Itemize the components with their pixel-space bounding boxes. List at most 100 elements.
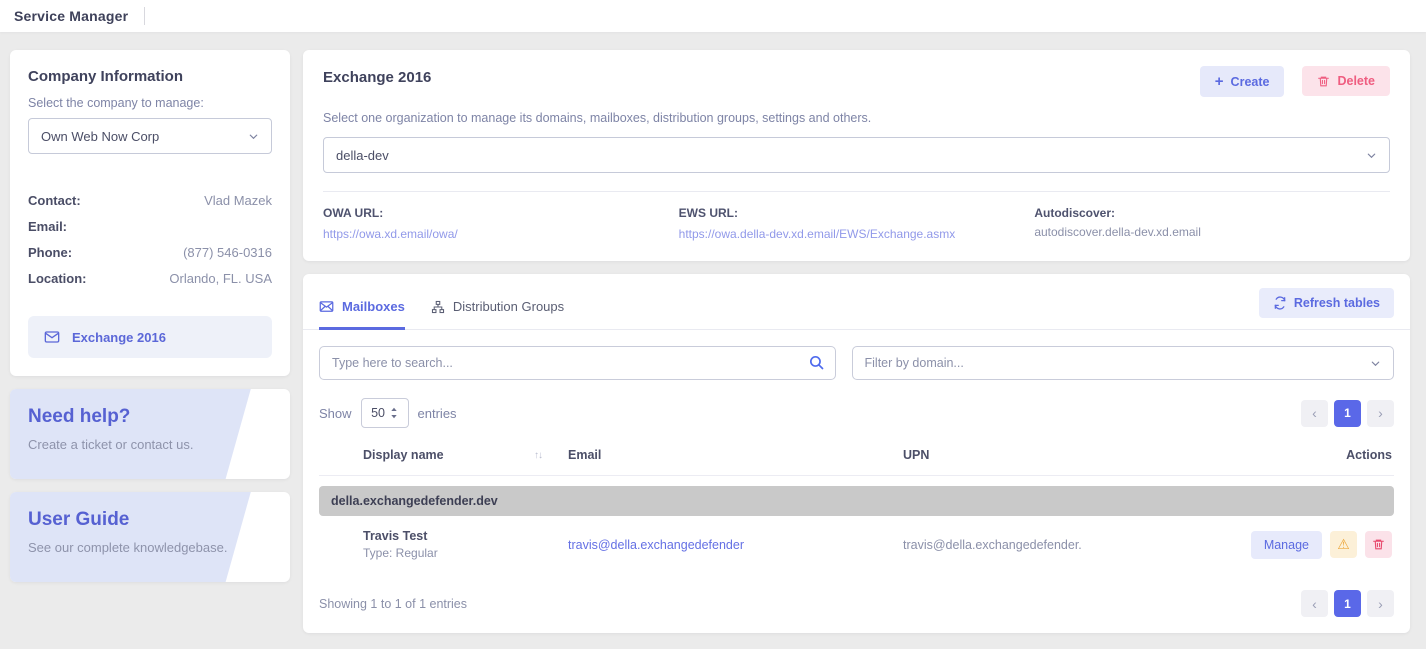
sidebar: Company Information Select the company t… — [10, 50, 290, 582]
exchange-header-card: Exchange 2016 + Create Delete Select one… — [303, 50, 1410, 261]
pagination-prev-button[interactable]: ‹ — [1301, 400, 1328, 427]
pagination-top: ‹ 1 › — [1301, 400, 1394, 427]
help-card-text: Create a ticket or contact us. — [28, 437, 272, 452]
column-display-name: Display name — [363, 448, 444, 462]
location-value: Orlando, FL. USA — [169, 266, 272, 292]
location-row: Location: Orlando, FL. USA — [28, 266, 272, 292]
organization-select-value: della-dev — [336, 148, 389, 163]
pagination-prev-button[interactable]: ‹ — [1301, 590, 1328, 617]
mailbox-type: Type: Regular — [363, 546, 568, 560]
envelope-icon — [44, 329, 60, 345]
ews-url-link[interactable]: https://owa.della-dev.xd.email/EWS/Excha… — [679, 227, 956, 241]
autodiscover-block: Autodiscover: autodiscover.della-dev.xd.… — [1034, 206, 1390, 243]
topbar-divider — [144, 7, 145, 25]
autodiscover-value: autodiscover.della-dev.xd.email — [1034, 225, 1390, 239]
chevron-down-icon — [1366, 150, 1377, 161]
refresh-icon — [1273, 296, 1287, 310]
need-help-card[interactable]: Need help? Create a ticket or contact us… — [10, 389, 290, 479]
owa-url-label: OWA URL: — [323, 206, 679, 220]
email-label: Email: — [28, 214, 67, 240]
company-information-card: Company Information Select the company t… — [10, 50, 290, 376]
warning-icon: ⚠ — [1337, 536, 1350, 553]
owa-url-link[interactable]: https://owa.xd.email/owa/ — [323, 227, 458, 241]
delete-button[interactable]: Delete — [1302, 66, 1390, 96]
domain-group-row: della.exchangedefender.dev — [319, 486, 1394, 516]
mailbox-icon — [319, 299, 334, 314]
table-footer-row: Showing 1 to 1 of 1 entries ‹ 1 › — [319, 590, 1394, 617]
pagination-bottom: ‹ 1 › — [1301, 590, 1394, 617]
search-filter-row: Filter by domain... — [319, 346, 1394, 380]
search-icon[interactable] — [808, 354, 825, 371]
url-section: OWA URL: https://owa.xd.email/owa/ EWS U… — [323, 191, 1390, 253]
entries-count-value: 50 — [371, 406, 385, 420]
pagination-page-1-button[interactable]: 1 — [1334, 590, 1361, 617]
trash-icon — [1372, 538, 1385, 551]
contact-label: Contact: — [28, 188, 81, 214]
trash-icon — [1317, 75, 1330, 88]
chevron-down-icon — [248, 131, 259, 142]
tab-mailboxes[interactable]: Mailboxes — [319, 299, 405, 330]
company-card-title: Company Information — [28, 68, 272, 85]
show-entries-row: Show 50 entries ‹ 1 › — [319, 398, 1394, 428]
table-header-row: Display name ↑↓ Email UPN Actions — [319, 448, 1394, 476]
warning-button[interactable]: ⚠ — [1330, 531, 1357, 558]
company-select-value: Own Web Now Corp — [41, 129, 159, 144]
main-panel: Exchange 2016 + Create Delete Select one… — [303, 50, 1410, 633]
sitemap-icon — [431, 300, 445, 314]
contact-value: Vlad Mazek — [204, 188, 272, 214]
column-email: Email — [568, 448, 903, 462]
company-info-rows: Contact: Vlad Mazek Email: Phone: (877) … — [28, 188, 272, 292]
exchange-button-label: Exchange 2016 — [72, 330, 166, 345]
tab-mailboxes-label: Mailboxes — [342, 299, 405, 314]
domain-filter-select[interactable]: Filter by domain... — [852, 346, 1395, 380]
user-guide-card[interactable]: User Guide See our complete knowledgebas… — [10, 492, 290, 582]
show-label: Show — [319, 406, 352, 421]
topbar: Service Manager — [0, 0, 1426, 32]
company-select[interactable]: Own Web Now Corp — [28, 118, 272, 154]
phone-label: Phone: — [28, 240, 72, 266]
phone-row: Phone: (877) 546-0316 — [28, 240, 272, 266]
entries-count-stepper[interactable]: 50 — [361, 398, 409, 428]
mailbox-email-link[interactable]: travis@della.exchangedefender — [568, 538, 803, 552]
organization-subtitle: Select one organization to manage its do… — [323, 111, 1390, 125]
delete-button-label: Delete — [1337, 74, 1375, 88]
owa-url-block: OWA URL: https://owa.xd.email/owa/ — [323, 206, 679, 243]
autodiscover-label: Autodiscover: — [1034, 206, 1390, 220]
location-label: Location: — [28, 266, 87, 292]
exchange-2016-service-button[interactable]: Exchange 2016 — [28, 316, 272, 358]
sort-icons[interactable]: ↑↓ — [534, 450, 542, 461]
organization-select[interactable]: della-dev — [323, 137, 1390, 173]
tab-distribution-groups-label: Distribution Groups — [453, 299, 564, 314]
entries-summary: Showing 1 to 1 of 1 entries — [319, 597, 467, 611]
refresh-tables-button[interactable]: Refresh tables — [1259, 288, 1394, 318]
tab-distribution-groups[interactable]: Distribution Groups — [431, 299, 564, 330]
guide-card-title: User Guide — [28, 509, 272, 531]
phone-value: (877) 546-0316 — [183, 240, 272, 266]
table-row: Travis Test Type: Regular travis@della.e… — [319, 516, 1394, 570]
delete-row-button[interactable] — [1365, 531, 1392, 558]
ews-url-label: EWS URL: — [679, 206, 1035, 220]
stepper-arrows-icon — [390, 407, 398, 419]
refresh-tables-label: Refresh tables — [1294, 296, 1380, 310]
manage-button[interactable]: Manage — [1251, 531, 1322, 559]
search-input[interactable] — [319, 346, 836, 380]
create-button[interactable]: + Create — [1200, 66, 1285, 97]
page-content: Company Information Select the company t… — [0, 32, 1426, 649]
page-title: Exchange 2016 — [323, 66, 1200, 86]
guide-card-text: See our complete knowledgebase. — [28, 540, 272, 555]
ews-url-block: EWS URL: https://owa.della-dev.xd.email/… — [679, 206, 1035, 243]
mailbox-display-name: Travis Test — [363, 529, 568, 543]
pagination-next-button[interactable]: › — [1367, 400, 1394, 427]
mailboxes-card: Mailboxes Distribution Groups Refresh ta… — [303, 274, 1410, 633]
help-card-title: Need help? — [28, 406, 272, 428]
pagination-next-button[interactable]: › — [1367, 590, 1394, 617]
domain-filter-placeholder: Filter by domain... — [865, 356, 964, 370]
pagination-page-1-button[interactable]: 1 — [1334, 400, 1361, 427]
contact-row: Contact: Vlad Mazek — [28, 188, 272, 214]
entries-label: entries — [418, 406, 457, 421]
email-row: Email: — [28, 214, 272, 240]
chevron-down-icon — [1370, 358, 1381, 369]
column-actions: Actions — [1244, 448, 1394, 462]
company-select-label: Select the company to manage: — [28, 96, 272, 110]
plus-icon: + — [1215, 74, 1224, 89]
